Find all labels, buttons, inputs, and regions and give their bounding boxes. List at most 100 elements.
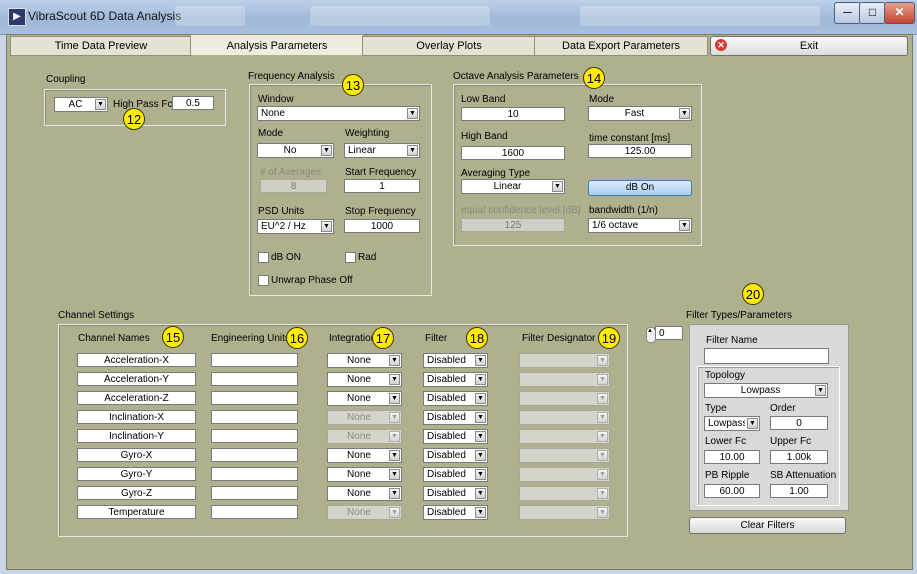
filter-select[interactable]: Disabled ▼ [423, 372, 488, 387]
channel-name-input[interactable]: Acceleration-X [77, 353, 196, 367]
filter-value: Disabled [427, 488, 466, 499]
weighting-select[interactable]: Linear ▼ [344, 143, 420, 158]
chevron-down-icon: ▼ [679, 108, 690, 119]
filter-select[interactable]: Disabled ▼ [423, 467, 488, 482]
callout-badge-13: 13 [342, 74, 364, 96]
channel-settings-title: Channel Settings [58, 310, 135, 321]
upper-fc-input[interactable]: 1.00k [770, 450, 828, 464]
psd-units-label: PSD Units [258, 206, 305, 217]
engineering-units-input[interactable] [211, 372, 298, 386]
filter-designator-select: ▼ [519, 372, 610, 387]
order-label: Order [770, 403, 796, 414]
filter-select[interactable]: Disabled ▼ [423, 448, 488, 463]
engineering-units-input[interactable] [211, 448, 298, 462]
filter-select[interactable]: Disabled ▼ [423, 429, 488, 444]
filter-type-select[interactable]: Lowpass ▼ [704, 416, 760, 431]
maximize-button[interactable]: □ [859, 2, 886, 24]
averages-label: # of Averages [260, 167, 321, 178]
integration-select[interactable]: None ▼ [327, 448, 402, 463]
integration-select[interactable]: None ▼ [327, 467, 402, 482]
psd-units-select[interactable]: EU^2 / Hz ▼ [257, 219, 334, 234]
channel-name-input[interactable]: Gyro-X [77, 448, 196, 462]
unwrap-phase-checkbox[interactable] [258, 275, 269, 286]
filter-index-input[interactable]: 0 [655, 326, 683, 340]
exit-button[interactable]: Exit [710, 36, 908, 56]
stop-frequency-label: Stop Frequency [345, 206, 416, 217]
integration-select: None ▼ [327, 429, 402, 444]
tab-time-data-preview[interactable]: Time Data Preview [10, 36, 192, 56]
pb-ripple-input[interactable]: 60.00 [704, 484, 760, 498]
lower-fc-input[interactable]: 10.00 [704, 450, 760, 464]
filter-designator-select: ▼ [519, 505, 610, 520]
confidence-level-label: equal confidence level [dB] [461, 205, 581, 216]
rad-label: Rad [358, 252, 377, 263]
bandwidth-select[interactable]: 1/6 octave ▼ [588, 218, 692, 233]
filter-name-input[interactable] [704, 348, 829, 364]
coupling-value: AC [68, 99, 83, 110]
minimize-button[interactable]: ─ [834, 2, 861, 24]
engineering-units-input[interactable] [211, 467, 298, 481]
channel-name-input[interactable]: Inclination-X [77, 410, 196, 424]
tab-analysis-parameters[interactable]: Analysis Parameters [190, 34, 364, 55]
chevron-down-icon: ▼ [475, 355, 486, 366]
filter-select[interactable]: Disabled ▼ [423, 410, 488, 425]
chevron-down-icon: ▼ [475, 469, 486, 480]
filter-select[interactable]: Disabled ▼ [423, 391, 488, 406]
topology-label: Topology [705, 370, 746, 381]
channel-name-input[interactable]: Inclination-Y [77, 429, 196, 443]
close-window-button[interactable]: ✕ [884, 2, 915, 24]
filter-select[interactable]: Disabled ▼ [423, 486, 488, 501]
filter-type-value: Lowpass [708, 418, 745, 429]
topology-select[interactable]: Lowpass ▼ [704, 383, 828, 398]
freq-mode-select[interactable]: No ▼ [257, 143, 334, 158]
db-on-checkbox[interactable] [258, 252, 269, 263]
tab-overlay-plots[interactable]: Overlay Plots [362, 36, 536, 56]
callout-badge-20: 20 [742, 283, 764, 305]
engineering-units-input[interactable] [211, 486, 298, 500]
chevron-down-icon: ▼ [389, 469, 400, 480]
rad-checkbox[interactable] [345, 252, 356, 263]
channel-name-input[interactable]: Gyro-Z [77, 486, 196, 500]
integration-value: None [347, 507, 371, 518]
engineering-units-input[interactable] [211, 391, 298, 405]
sb-attenuation-input[interactable]: 1.00 [770, 484, 828, 498]
averaging-type-label: Averaging Type [461, 168, 531, 179]
integration-select[interactable]: None ▼ [327, 372, 402, 387]
clear-filters-button[interactable]: Clear Filters [689, 517, 846, 534]
order-input[interactable]: 0 [770, 416, 828, 430]
tab-data-export-parameters[interactable]: Data Export Parameters [534, 36, 708, 56]
integration-select[interactable]: None ▼ [327, 486, 402, 501]
start-frequency-input[interactable]: 1 [344, 179, 420, 193]
channel-name-input[interactable]: Acceleration-Z [77, 391, 196, 405]
coupling-select[interactable]: AC ▼ [54, 97, 108, 112]
filter-select[interactable]: Disabled ▼ [423, 353, 488, 368]
chevron-down-icon: ▼ [597, 469, 608, 480]
filter-select[interactable]: Disabled ▼ [423, 505, 488, 520]
chevron-down-icon: ▼ [407, 108, 418, 119]
high-pass-fc-input[interactable]: 0.5 [172, 96, 214, 110]
engineering-units-input[interactable] [211, 505, 298, 519]
window-select[interactable]: None ▼ [257, 106, 420, 121]
engineering-units-input[interactable] [211, 410, 298, 424]
integration-select[interactable]: None ▼ [327, 353, 402, 368]
db-on-button[interactable]: dB On [588, 180, 692, 196]
high-band-input[interactable]: 1600 [461, 146, 565, 160]
time-constant-input[interactable]: 125.00 [588, 144, 692, 158]
engineering-units-input[interactable] [211, 429, 298, 443]
filter-name-label: Filter Name [706, 335, 758, 346]
chevron-down-icon: ▼ [597, 450, 608, 461]
integration-select[interactable]: None ▼ [327, 391, 402, 406]
chevron-down-icon: ▼ [597, 412, 608, 423]
callout-badge-12: 12 [123, 108, 145, 130]
stop-frequency-input[interactable]: 1000 [344, 219, 420, 233]
low-band-input[interactable]: 10 [461, 107, 565, 121]
channel-name-input[interactable]: Acceleration-Y [77, 372, 196, 386]
pb-ripple-label: PB Ripple [705, 470, 750, 481]
averaging-type-select[interactable]: Linear ▼ [461, 179, 565, 194]
channel-name-input[interactable]: Gyro-Y [77, 467, 196, 481]
octave-mode-select[interactable]: Fast ▼ [588, 106, 692, 121]
channel-name-input[interactable]: Temperature [77, 505, 196, 519]
engineering-units-input[interactable] [211, 353, 298, 367]
chevron-down-icon: ▼ [597, 431, 608, 442]
chevron-down-icon: ▼ [389, 355, 400, 366]
